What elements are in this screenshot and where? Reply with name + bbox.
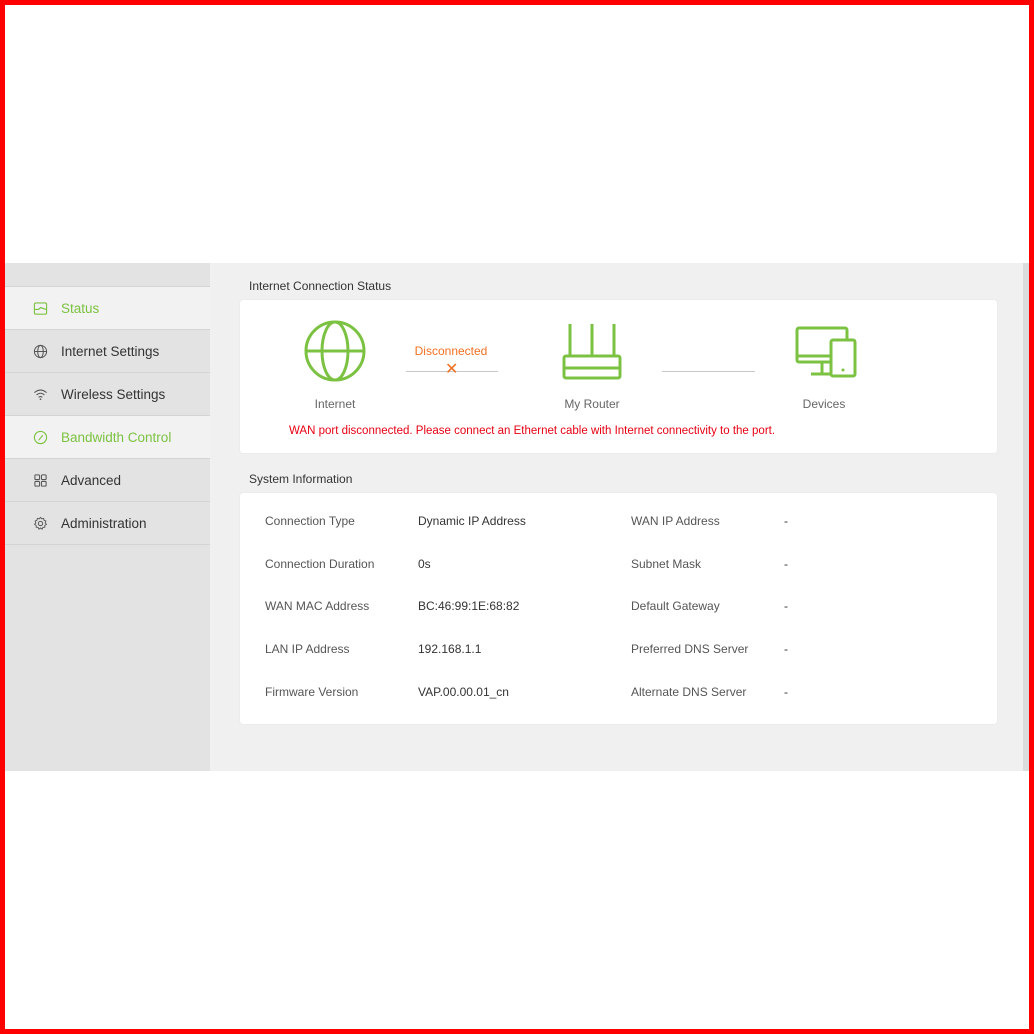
router-label: My Router [564, 397, 620, 411]
connection-type-label: Connection Type [265, 514, 355, 528]
sidebar-item-label: Wireless Settings [61, 386, 166, 402]
connection-duration-value: 0s [418, 557, 431, 571]
wifi-icon [33, 387, 48, 402]
sidebar-item-label: Advanced [61, 472, 122, 488]
gear-icon [33, 516, 48, 531]
sidebar-item-label: Administration [61, 515, 147, 531]
firmware-version-value: VAP.00.00.01_cn [418, 685, 509, 699]
grid-icon [33, 473, 48, 488]
internet-globe-icon [304, 320, 366, 387]
subnet-mask-value: - [784, 557, 788, 571]
sidebar-item-label: Bandwidth Control [61, 429, 172, 445]
sidebar-item-administration[interactable]: Administration [5, 502, 210, 545]
preferred-dns-value: - [784, 642, 788, 656]
wan-ip-value: - [784, 514, 788, 528]
section-title-system: System Information [249, 472, 353, 486]
sidebar: Status Internet Settings Wireless Settin… [5, 263, 210, 771]
section-title-connection: Internet Connection Status [249, 279, 392, 293]
connection-type-value: Dynamic IP Address [418, 514, 526, 528]
alternate-dns-value: - [784, 685, 788, 699]
default-gateway-value: - [784, 599, 788, 613]
lan-ip-label: LAN IP Address [265, 642, 350, 656]
default-gateway-label: Default Gateway [631, 599, 720, 613]
screenshot-frame: Status Internet Settings Wireless Settin… [5, 5, 1029, 1029]
router-devices-link [662, 371, 755, 372]
globe-icon [33, 344, 48, 359]
wan-mac-label: WAN MAC Address [265, 599, 370, 613]
subnet-mask-label: Subnet Mask [631, 557, 702, 571]
sidebar-item-bandwidth-control[interactable]: Bandwidth Control [5, 416, 210, 459]
status-icon [33, 301, 48, 316]
sidebar-item-label: Status [61, 300, 100, 316]
devices-label: Devices [802, 397, 846, 411]
sidebar-item-status[interactable]: Status [5, 287, 210, 330]
connection-duration-label: Connection Duration [265, 557, 375, 571]
speedometer-icon [33, 430, 48, 445]
router-admin-app: Status Internet Settings Wireless Settin… [5, 263, 1029, 771]
lan-ip-value: 192.168.1.1 [418, 642, 482, 656]
wan-mac-value: BC:46:99:1E:68:82 [418, 599, 520, 613]
connection-status-card: Internet Disconnected ✕ My Router Device… [239, 299, 998, 454]
sidebar-top-spacer [5, 263, 210, 287]
wan-ip-label: WAN IP Address [631, 514, 720, 528]
sidebar-item-advanced[interactable]: Advanced [5, 459, 210, 502]
internet-label: Internet [314, 397, 356, 411]
sidebar-item-internet-settings[interactable]: Internet Settings [5, 330, 210, 373]
firmware-version-label: Firmware Version [265, 685, 359, 699]
sidebar-item-label: Internet Settings [61, 343, 160, 359]
main-content: Internet Connection Status Internet Disc… [210, 263, 1023, 771]
preferred-dns-label: Preferred DNS Server [631, 642, 749, 656]
sidebar-item-wireless-settings[interactable]: Wireless Settings [5, 373, 210, 416]
disconnected-status: Disconnected [414, 344, 488, 358]
alternate-dns-label: Alternate DNS Server [631, 685, 747, 699]
wan-warning-message: WAN port disconnected. Please connect an… [289, 425, 776, 437]
disconnected-x-icon: ✕ [445, 361, 459, 378]
scrollbar[interactable] [1023, 263, 1029, 771]
devices-icon [795, 326, 859, 385]
system-info-card: Connection Type Dynamic IP Address Conne… [239, 492, 998, 725]
router-icon [562, 322, 622, 387]
